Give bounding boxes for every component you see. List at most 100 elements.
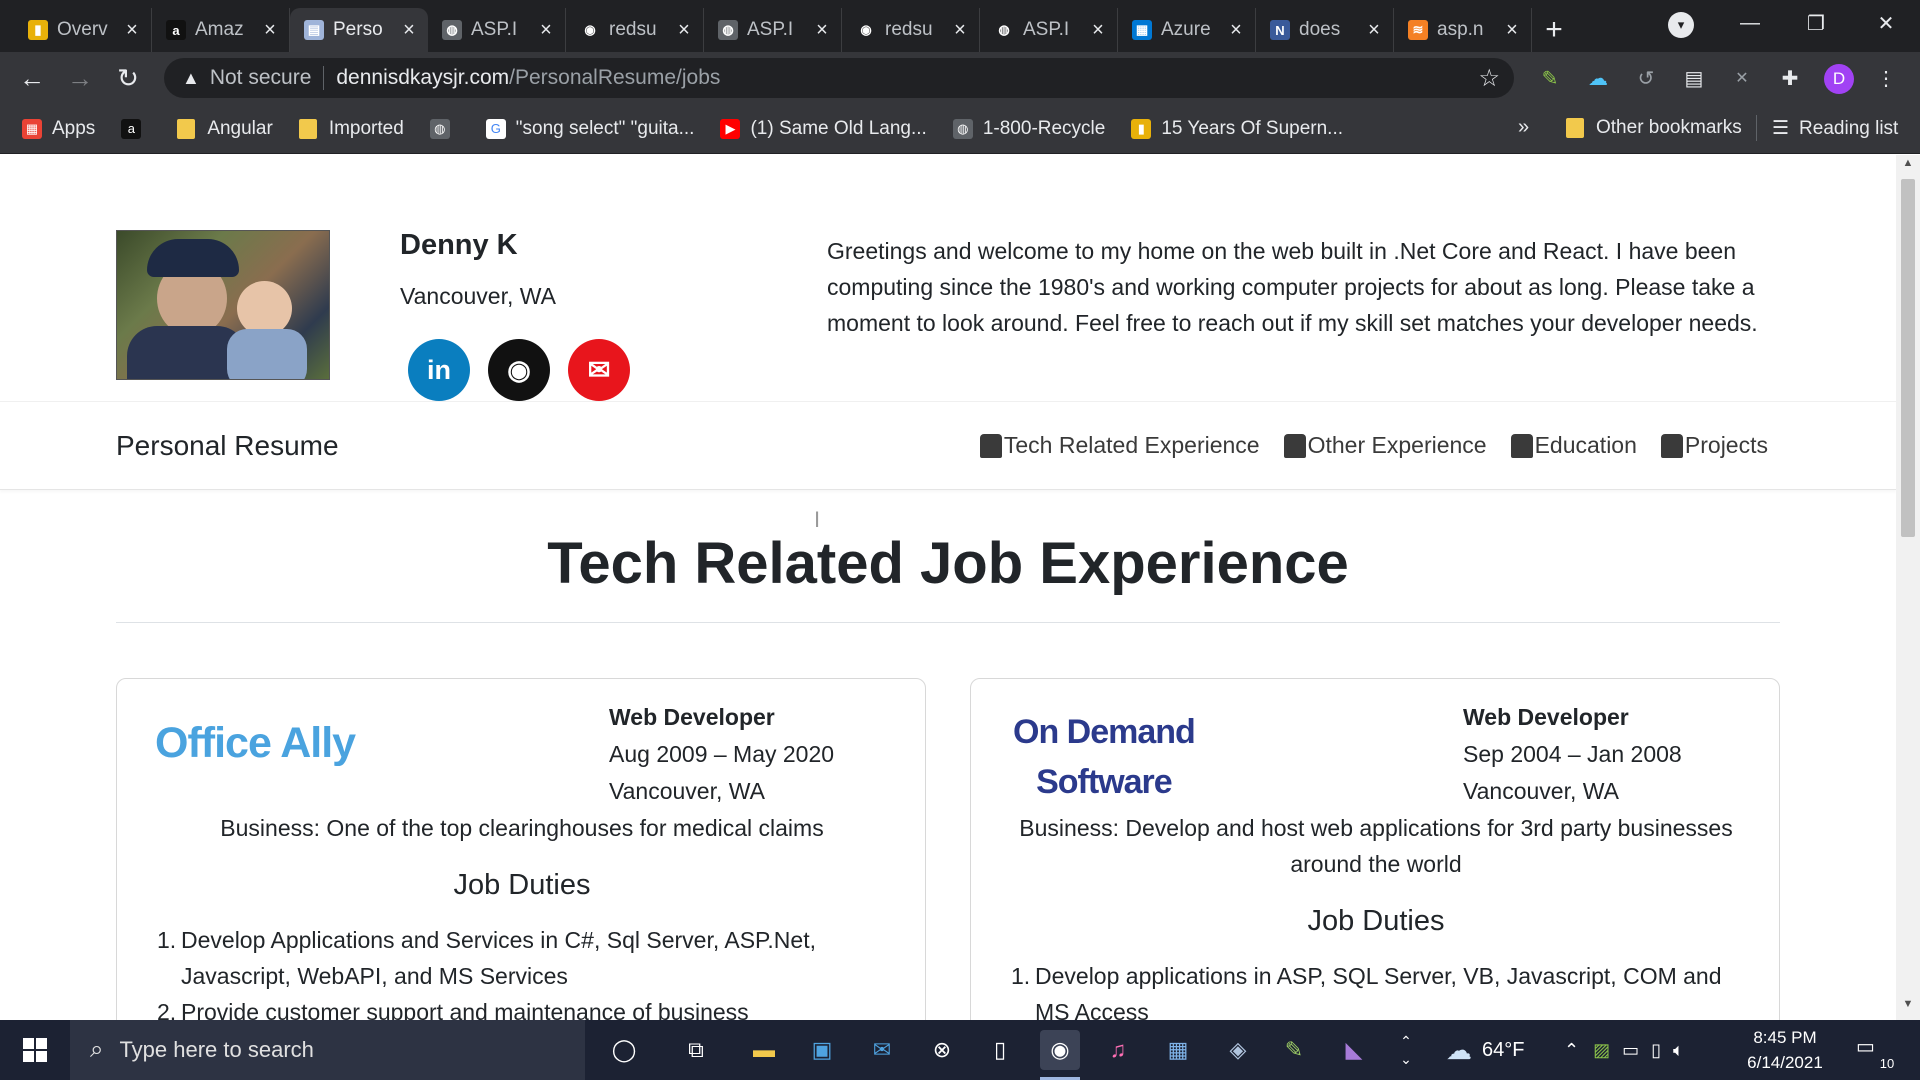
tab-label: Amaz bbox=[195, 19, 244, 40]
bookmark-item[interactable]: Angular bbox=[177, 118, 273, 140]
menu-kebab-icon[interactable]: ⋮ bbox=[1872, 64, 1900, 92]
job-role-block: Web Developer Sep 2004 – Jan 2008 Vancou… bbox=[1463, 699, 1682, 810]
bookmark-item[interactable]: ◍ bbox=[429, 118, 460, 139]
bookmark-item[interactable]: G "song select" "guita... bbox=[485, 117, 695, 140]
scroll-thumb[interactable] bbox=[1901, 179, 1915, 537]
linkedin-icon[interactable]: in bbox=[408, 339, 470, 401]
xbox-icon[interactable]: ⊗ bbox=[922, 1030, 962, 1070]
bookmark-item[interactable]: ▶ (1) Same Old Lang... bbox=[720, 118, 927, 140]
tab-label: Overv bbox=[57, 19, 108, 40]
address-bar[interactable]: ▲ Not secure dennisdkaysjr.com/PersonalR… bbox=[164, 58, 1514, 98]
back-icon[interactable]: ← bbox=[16, 62, 48, 94]
chrome-icon[interactable]: ◉ bbox=[1040, 1030, 1080, 1070]
tab-search-icon[interactable]: ▾ bbox=[1668, 12, 1694, 38]
extensions-puzzle-icon[interactable]: ✚ bbox=[1776, 64, 1804, 92]
taskbar-search[interactable]: ⌕ Type here to search bbox=[70, 1020, 585, 1080]
tab-close-icon[interactable]: × bbox=[675, 19, 693, 42]
nav-link-label: Projects bbox=[1684, 432, 1768, 458]
browser-tab[interactable]: ◉ redsu × bbox=[566, 8, 704, 52]
start-button[interactable] bbox=[0, 1020, 70, 1080]
browser-tab[interactable]: ▤ Perso × bbox=[290, 8, 428, 52]
reload-icon[interactable]: ↻ bbox=[112, 62, 144, 94]
browser-tab[interactable]: ◍ ASP.I × bbox=[428, 8, 566, 52]
bookmark-label: "song select" "guita... bbox=[515, 117, 695, 139]
scroll-up-icon[interactable]: ▲ bbox=[1896, 157, 1920, 177]
nav-link-other-experience[interactable]: Other Experience bbox=[1283, 432, 1487, 459]
mail-icon[interactable]: ✉ bbox=[862, 1030, 902, 1070]
minimize-button[interactable]: — bbox=[1730, 6, 1770, 40]
bookmark-item[interactable]: Imported bbox=[298, 118, 404, 140]
tab-close-icon[interactable]: × bbox=[123, 19, 141, 42]
tab-close-icon[interactable]: × bbox=[951, 19, 969, 42]
weather-widget[interactable]: ☁ 64°F bbox=[1446, 1020, 1524, 1080]
restore-button[interactable]: ❐ bbox=[1796, 6, 1836, 40]
page-scrollbar[interactable]: ▲ ▼ bbox=[1896, 155, 1920, 1020]
extension-pen-icon[interactable]: ✎ bbox=[1536, 64, 1564, 92]
battery-icon[interactable]: ▯ bbox=[1651, 1040, 1661, 1061]
browser-tab[interactable]: ◉ redsu × bbox=[842, 8, 980, 52]
tab-close-icon[interactable]: × bbox=[537, 19, 555, 42]
intro-text: Greetings and welcome to my home on the … bbox=[827, 238, 1758, 336]
notepad-plus-icon[interactable]: ✎ bbox=[1274, 1030, 1314, 1070]
browser-tab[interactable]: ≋ asp.n × bbox=[1394, 8, 1532, 52]
extension-doc-icon[interactable]: ▤ bbox=[1680, 64, 1708, 92]
nav-link-education[interactable]: Education bbox=[1510, 432, 1637, 459]
store-icon[interactable]: ▣ bbox=[802, 1030, 842, 1070]
calculator-icon[interactable]: ▦ bbox=[1158, 1030, 1198, 1070]
github-icon[interactable]: ◉ bbox=[488, 339, 550, 401]
logo-line-2: Software bbox=[1036, 763, 1173, 801]
reading-list[interactable]: ☰ Reading list bbox=[1772, 117, 1898, 140]
tab-close-icon[interactable]: × bbox=[261, 19, 279, 42]
bookmark-item[interactable]: ◍ 1-800-Recycle bbox=[952, 118, 1105, 140]
folder-icon bbox=[177, 118, 196, 139]
extension-cloud-icon[interactable]: ☁ bbox=[1584, 64, 1612, 92]
bookmark-item[interactable]: ▮ 15 Years Of Supern... bbox=[1131, 118, 1343, 140]
clock[interactable]: 8:45 PM 6/14/2021 bbox=[1730, 1025, 1840, 1075]
tab-close-icon[interactable]: × bbox=[1227, 19, 1245, 42]
taskbar-overflow-icon[interactable]: ⌃ ⌄ bbox=[1386, 1030, 1426, 1070]
browser-tab[interactable]: ◍ ASP.I × bbox=[980, 8, 1118, 52]
itunes-icon[interactable]: ♫ bbox=[1098, 1030, 1138, 1070]
lock-app-icon[interactable]: ◈ bbox=[1218, 1030, 1258, 1070]
nav-link-projects[interactable]: Projects bbox=[1660, 432, 1768, 459]
bookmark-star-icon[interactable]: ☆ bbox=[1478, 64, 1500, 93]
browser-tab[interactable]: ▮ Overv × bbox=[14, 8, 152, 52]
profile-avatar[interactable]: D bbox=[1824, 64, 1854, 94]
tab-close-icon[interactable]: × bbox=[1089, 19, 1107, 42]
tab-close-icon[interactable]: × bbox=[1365, 19, 1383, 42]
file-explorer-icon[interactable]: ▬ bbox=[744, 1030, 784, 1070]
other-bookmarks[interactable]: Other bookmarks bbox=[1566, 117, 1742, 139]
nav-link-tech-related-experience[interactable]: Tech Related Experience bbox=[979, 432, 1260, 459]
show-hidden-icons-icon[interactable]: ⌃ bbox=[1564, 1040, 1579, 1061]
browser-tab[interactable]: a Amaz × bbox=[152, 8, 290, 52]
extension-x-icon[interactable]: ✕ bbox=[1728, 64, 1756, 92]
tab-close-icon[interactable]: × bbox=[813, 19, 831, 42]
bookmark-item[interactable]: a bbox=[121, 118, 151, 139]
security-indicator[interactable]: Not secure bbox=[210, 66, 312, 90]
extension-history-icon[interactable]: ↺ bbox=[1632, 64, 1660, 92]
title-divider bbox=[116, 622, 1780, 623]
visual-studio-icon[interactable]: ◣ bbox=[1334, 1030, 1374, 1070]
browser-tab[interactable]: Ndoes × bbox=[1256, 8, 1394, 52]
tab-label: asp.n bbox=[1437, 19, 1484, 40]
browser-tab[interactable]: ▦ Azure × bbox=[1118, 8, 1256, 52]
tray-app-icon[interactable]: ▨ bbox=[1593, 1040, 1610, 1061]
notepad-icon[interactable]: ▯ bbox=[980, 1030, 1020, 1070]
tab-close-icon[interactable]: × bbox=[1503, 19, 1521, 42]
close-window-button[interactable]: ✕ bbox=[1866, 6, 1906, 40]
site-brand[interactable]: Personal Resume bbox=[116, 430, 339, 462]
windows-taskbar: ⌕ Type here to search ◯ ⧉ ▬ ▣ ✉ ⊗ ▯ ◉ ♫ … bbox=[0, 1020, 1920, 1080]
tab-close-icon[interactable]: × bbox=[400, 19, 418, 42]
network-icon[interactable]: ▭ bbox=[1622, 1040, 1639, 1061]
task-view-icon[interactable]: ⧉ bbox=[676, 1030, 716, 1070]
volume-icon[interactable]: 🔈︎ bbox=[1673, 1040, 1684, 1061]
nav-links: Tech Related Experience Other Experience E… bbox=[956, 432, 1768, 459]
bookmark-item[interactable]: ▦ Apps bbox=[22, 118, 95, 140]
browser-tab[interactable]: ◍ ASP.I × bbox=[704, 8, 842, 52]
scroll-down-icon[interactable]: ▼ bbox=[1896, 998, 1920, 1018]
new-tab-button[interactable]: + bbox=[1532, 8, 1576, 52]
cortana-icon[interactable]: ◯ bbox=[604, 1030, 644, 1070]
more-bookmarks-icon[interactable]: » bbox=[1518, 116, 1529, 139]
forward-icon[interactable]: → bbox=[64, 62, 96, 94]
email-icon[interactable]: ✉ bbox=[568, 339, 630, 401]
